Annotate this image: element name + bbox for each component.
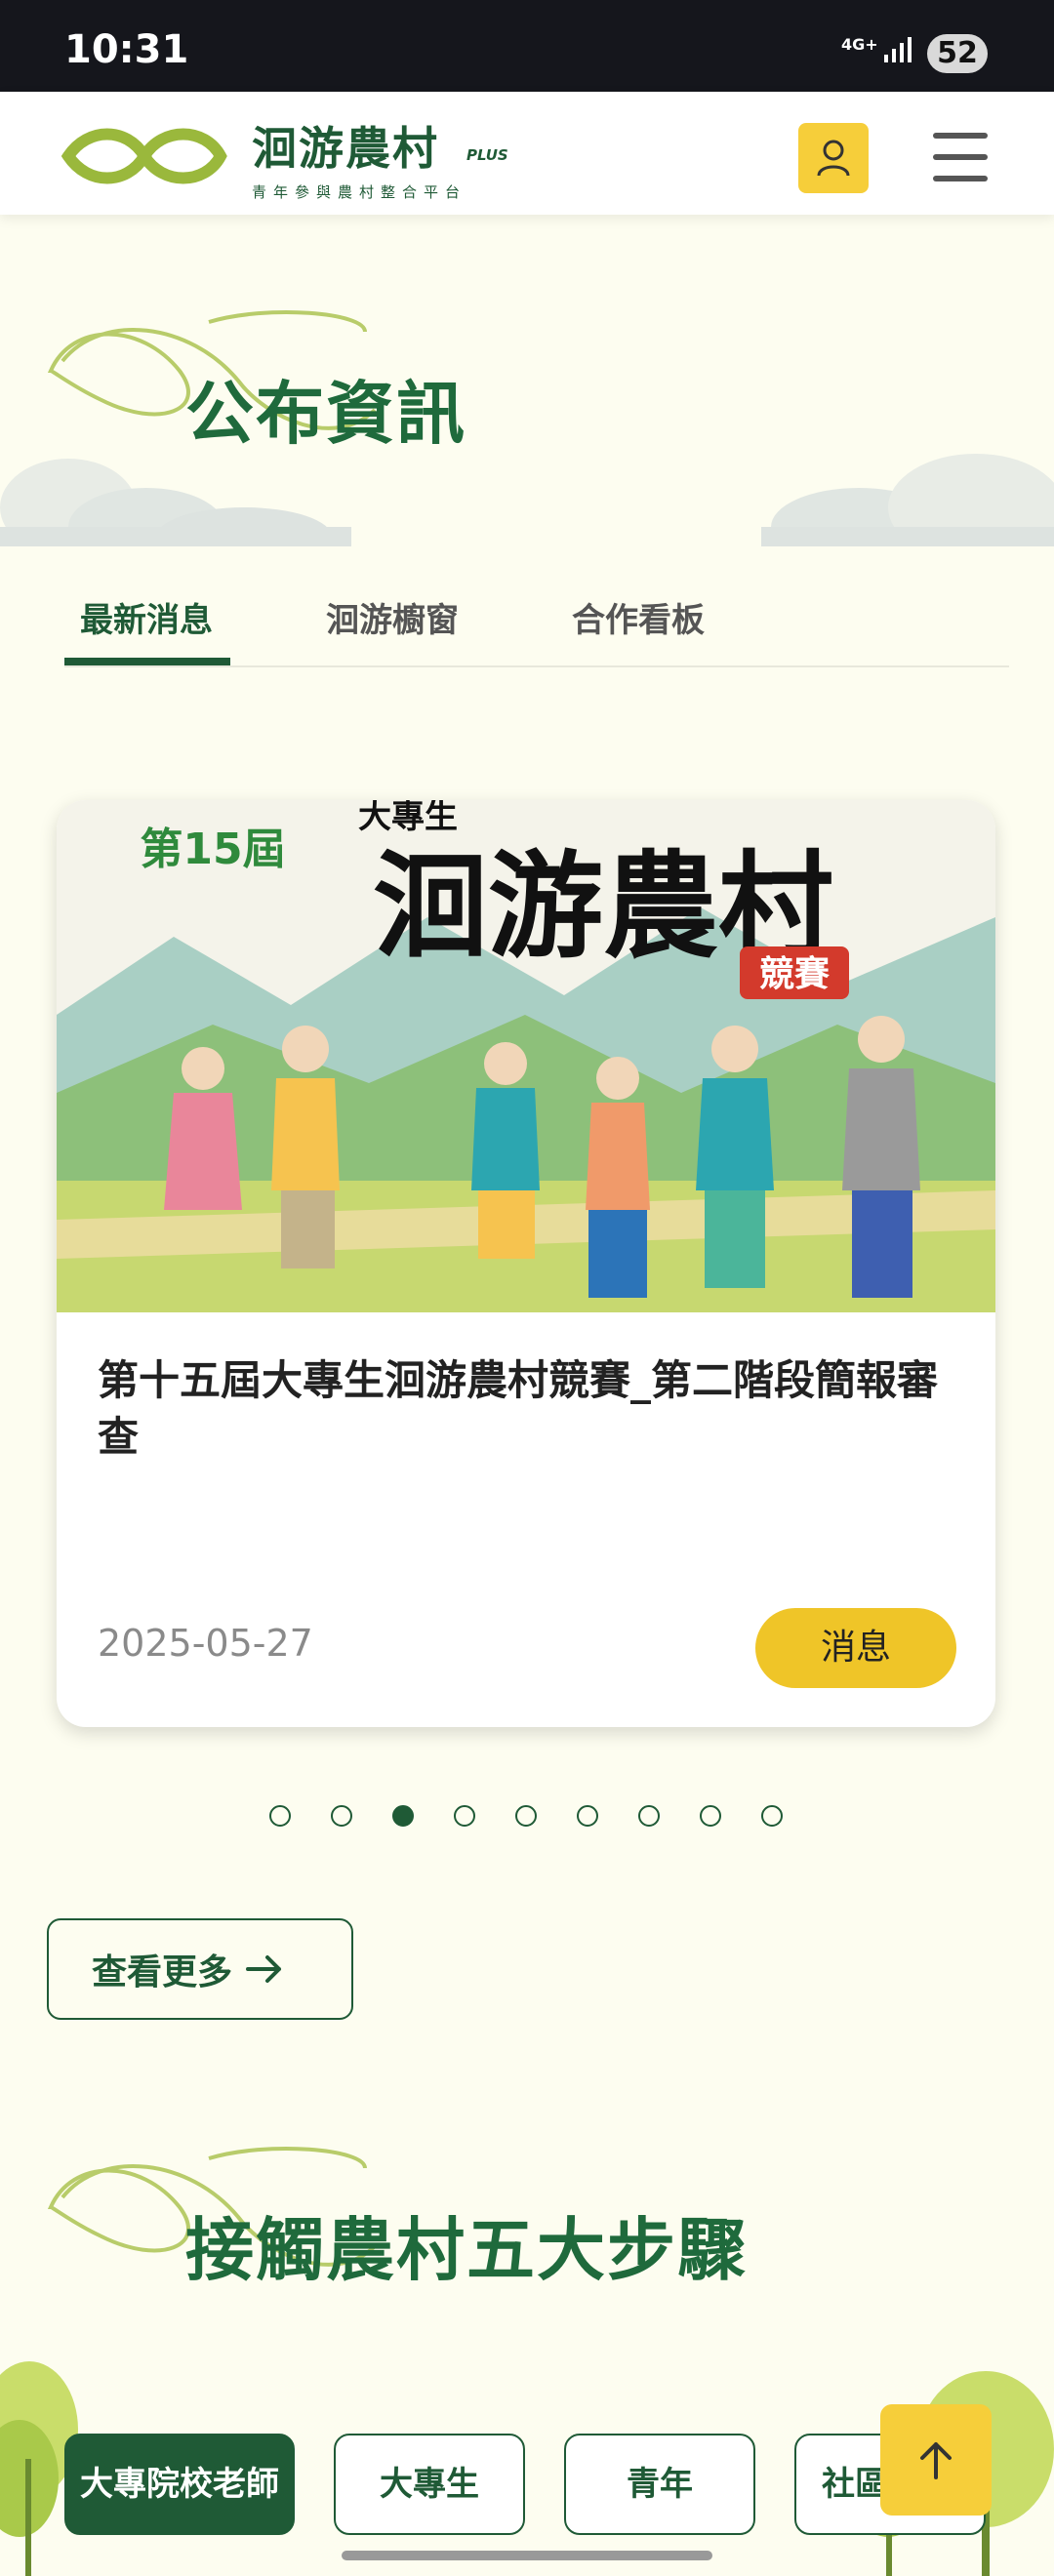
category-college-teacher-button[interactable]: 大專院校老師 — [64, 2434, 295, 2535]
signal-icon — [884, 37, 912, 62]
network-indicator: 4G+ — [841, 35, 878, 54]
carousel-dot[interactable] — [700, 1805, 721, 1827]
carousel-dot[interactable] — [761, 1805, 783, 1827]
carousel-dot[interactable] — [577, 1805, 598, 1827]
carousel-dot[interactable] — [638, 1805, 660, 1827]
logo-title[interactable]: 洄游農村 — [252, 113, 439, 178]
logo-icon[interactable] — [59, 117, 230, 195]
category-college-student-button[interactable]: 大專生 — [334, 2434, 525, 2535]
view-more-button[interactable]: 查看更多 — [47, 1918, 353, 2020]
news-card-tag: 消息 — [755, 1608, 956, 1688]
back-to-top-button[interactable] — [880, 2404, 992, 2516]
carousel-dot-active[interactable] — [392, 1805, 414, 1827]
logo-plus: PLUS — [466, 146, 508, 164]
logo-subtitle: 青年參與農村整合平台 — [252, 183, 467, 201]
card-image-subtitle: 大專生 — [358, 800, 458, 836]
tab-partner-board[interactable]: 合作看板 — [572, 593, 705, 641]
active-tab-indicator — [64, 658, 230, 665]
section-title-five-steps: 接觸農村五大步驟 — [185, 2210, 748, 2290]
user-icon — [817, 140, 850, 177]
user-button[interactable] — [798, 123, 869, 193]
status-bar: 10:31 4G+ 52 — [0, 0, 1054, 92]
home-indicator — [342, 2551, 712, 2560]
carousel-dot[interactable] — [515, 1805, 537, 1827]
carousel-dot[interactable] — [454, 1805, 475, 1827]
news-card-image: 第15屆 大專生 洄游農村 競賽 — [57, 800, 995, 1312]
category-youth-button[interactable]: 青年 — [564, 2434, 755, 2535]
tab-latest-news[interactable]: 最新消息 — [80, 593, 213, 641]
tab-showcase[interactable]: 洄游櫥窗 — [326, 593, 459, 641]
clouds-decoration — [0, 454, 1054, 546]
carousel-dot[interactable] — [269, 1805, 291, 1827]
news-card-title[interactable]: 第十五屆大專生洄游農村競賽_第二階段簡報審查 — [98, 1352, 956, 1466]
announcement-tabs: 最新消息 洄游櫥窗 合作看板 — [64, 572, 1009, 667]
status-time: 10:31 — [64, 27, 189, 72]
view-more-label: 查看更多 — [92, 1952, 233, 1992]
hamburger-menu-icon[interactable] — [933, 133, 988, 181]
carousel-dot[interactable] — [331, 1805, 352, 1827]
carousel-pagination — [269, 1805, 796, 1829]
card-image-edition: 第15屆 — [140, 825, 285, 874]
card-image-suffix: 競賽 — [759, 953, 830, 994]
arrow-right-icon — [246, 1955, 282, 1983]
battery-indicator: 52 — [927, 34, 988, 73]
site-header: 洄游農村 PLUS 青年參與農村整合平台 — [0, 92, 1054, 215]
news-card-date: 2025-05-27 — [98, 1622, 313, 1665]
arrow-up-icon — [920, 2442, 952, 2479]
news-card[interactable]: 第15屆 大專生 洄游農村 競賽 第十五屆大專生洄游農村競賽_第二階段簡報審查 … — [57, 800, 995, 1727]
